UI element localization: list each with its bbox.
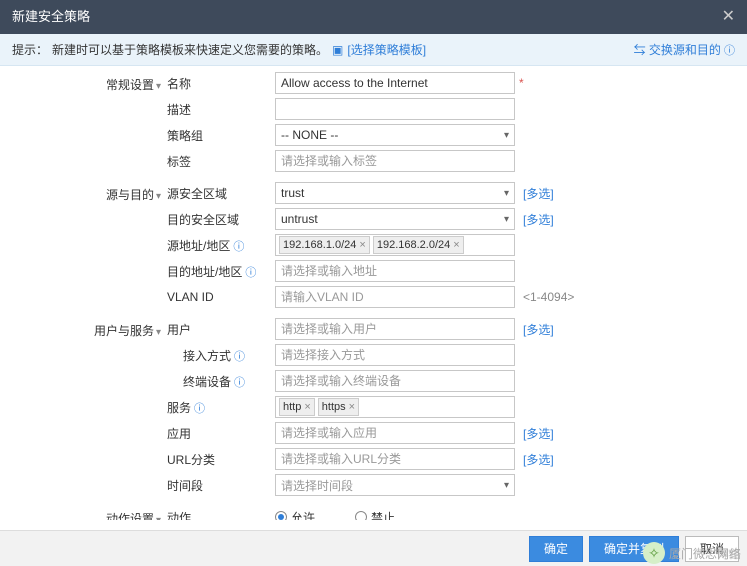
name-input[interactable]: [275, 72, 515, 94]
section-usersvc[interactable]: 用户与服务▾: [10, 318, 165, 339]
label-access: 接入方式ⓘ: [165, 347, 275, 364]
section-general[interactable]: 常规设置▾: [10, 72, 165, 93]
chevron-down-icon: ▾: [504, 480, 509, 491]
src-zone-multi[interactable]: [多选]: [523, 185, 554, 202]
service-tokens[interactable]: http× https×: [275, 396, 515, 418]
chevron-down-icon: ▾: [156, 327, 161, 338]
service-token: http×: [279, 398, 315, 416]
chevron-down-icon: ▾: [156, 515, 161, 520]
address-token: 192.168.2.0/24×: [373, 236, 464, 254]
label-name: 名称: [165, 75, 275, 92]
label-time: 时间段: [165, 477, 275, 494]
remove-token-icon[interactable]: ×: [453, 237, 459, 254]
help-icon[interactable]: ⓘ: [194, 403, 205, 415]
time-range-select[interactable]: 请选择时间段▾: [275, 474, 515, 496]
remove-token-icon[interactable]: ×: [304, 399, 310, 416]
action-deny-radio[interactable]: 禁止: [355, 509, 395, 521]
radio-on-icon: [275, 511, 287, 520]
section-srcdst[interactable]: 源与目的▾: [10, 182, 165, 203]
required-mark: *: [519, 76, 524, 90]
dialog-title: 新建安全策略: [12, 0, 90, 34]
form-area: 常规设置▾ 名称 * 描述 策略组 -- NONE --▾ 标: [0, 66, 747, 520]
label-desc: 描述: [165, 101, 275, 118]
tip-bar: 提示： 新建时可以基于策略模板来快速定义您需要的策略。 ▣ [选择策略模板] ⇆…: [0, 34, 747, 66]
swap-src-dst-link[interactable]: ⇆ 交换源和目的 ⓘ: [634, 41, 735, 58]
label-action: 动作: [165, 509, 275, 521]
vlan-input[interactable]: [275, 286, 515, 308]
help-icon[interactable]: ⓘ: [233, 241, 244, 253]
src-addr-tokens[interactable]: 192.168.1.0/24× 192.168.2.0/24×: [275, 234, 515, 256]
help-icon[interactable]: ⓘ: [234, 377, 245, 389]
terminal-input[interactable]: [275, 370, 515, 392]
ok-copy-button[interactable]: 确定并复制: [589, 536, 679, 562]
label-src-zone: 源安全区域: [165, 185, 275, 202]
label-terminal: 终端设备ⓘ: [165, 373, 275, 390]
app-multi[interactable]: [多选]: [523, 425, 554, 442]
label-urlcat: URL分类: [165, 451, 275, 468]
dialog-header: 新建安全策略 ✕: [0, 0, 747, 34]
dst-addr-input[interactable]: [275, 260, 515, 282]
address-token: 192.168.1.0/24×: [279, 236, 370, 254]
label-service: 服务ⓘ: [165, 399, 275, 416]
vlan-hint: <1-4094>: [523, 290, 574, 304]
tag-input[interactable]: [275, 150, 515, 172]
book-icon: ▣: [332, 43, 343, 57]
remove-token-icon[interactable]: ×: [359, 237, 365, 254]
chevron-down-icon: ▾: [504, 214, 509, 225]
label-src-addr: 源地址/地区ⓘ: [165, 237, 275, 254]
help-icon: ⓘ: [721, 45, 735, 57]
user-multi[interactable]: [多选]: [523, 321, 554, 338]
ok-button[interactable]: 确定: [529, 536, 583, 562]
dst-zone-select[interactable]: untrust▾: [275, 208, 515, 230]
section-action[interactable]: 动作设置▾: [10, 506, 165, 520]
label-vlan: VLAN ID: [165, 290, 275, 304]
desc-input[interactable]: [275, 98, 515, 120]
label-dst-zone: 目的安全区域: [165, 211, 275, 228]
help-icon[interactable]: ⓘ: [245, 267, 256, 279]
label-app: 应用: [165, 425, 275, 442]
policy-group-select[interactable]: -- NONE --▾: [275, 124, 515, 146]
urlcat-multi[interactable]: [多选]: [523, 451, 554, 468]
src-zone-select[interactable]: trust▾: [275, 182, 515, 204]
chevron-down-icon: ▾: [156, 191, 161, 202]
chevron-down-icon: ▾: [156, 81, 161, 92]
tip-text: 新建时可以基于策略模板来快速定义您需要的策略。: [52, 41, 328, 58]
watermark-ghost: 博客: [717, 546, 739, 562]
label-group: 策略组: [165, 127, 275, 144]
user-input[interactable]: [275, 318, 515, 340]
close-icon[interactable]: ✕: [722, 0, 735, 34]
label-tag: 标签: [165, 153, 275, 170]
select-template-link[interactable]: [选择策略模板]: [347, 41, 426, 58]
remove-token-icon[interactable]: ×: [349, 399, 355, 416]
dst-zone-multi[interactable]: [多选]: [523, 211, 554, 228]
chevron-down-icon: ▾: [504, 188, 509, 199]
access-input[interactable]: [275, 344, 515, 366]
urlcat-input[interactable]: [275, 448, 515, 470]
label-user: 用户: [165, 321, 275, 338]
label-dst-addr: 目的地址/地区ⓘ: [165, 263, 275, 280]
chevron-down-icon: ▾: [504, 130, 509, 141]
dialog-footer: 确定 确定并复制 取消: [0, 530, 747, 566]
help-icon[interactable]: ⓘ: [234, 351, 245, 363]
service-token: https×: [318, 398, 359, 416]
action-allow-radio[interactable]: 允许: [275, 509, 315, 521]
radio-off-icon: [355, 511, 367, 520]
app-input[interactable]: [275, 422, 515, 444]
tip-prefix: 提示：: [12, 41, 48, 58]
